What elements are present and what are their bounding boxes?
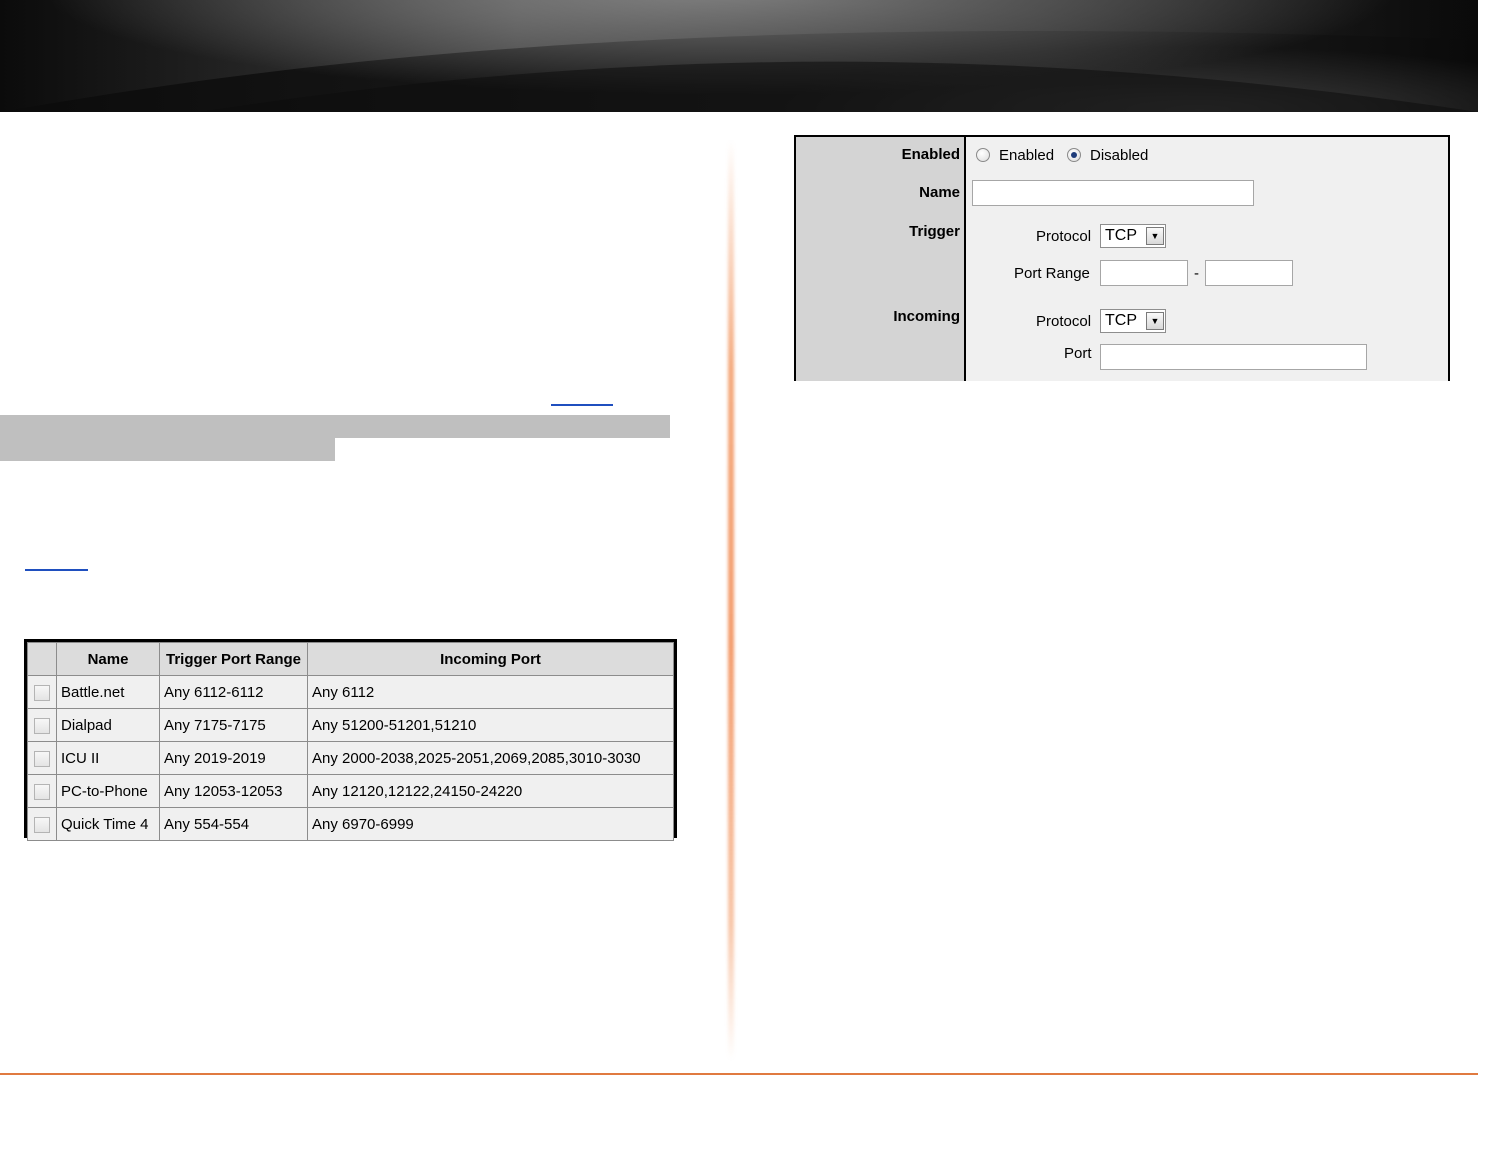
- incoming-port-column-header: Incoming Port: [307, 642, 674, 676]
- incoming-port-input[interactable]: [1100, 344, 1367, 370]
- row-checkbox[interactable]: [34, 750, 50, 767]
- header-banner: [0, 0, 1478, 112]
- incoming-port-cell: Any 6970-6999: [307, 807, 674, 841]
- app-name-cell: PC-to-Phone: [56, 774, 160, 808]
- banner-swoosh: [0, 0, 1478, 112]
- row-checkbox[interactable]: [34, 783, 50, 800]
- app-name-cell: Dialpad: [56, 708, 160, 742]
- enabled-option-label: Enabled: [999, 147, 1055, 164]
- link-underline[interactable]: [551, 404, 613, 406]
- special-app-form: Enabled Enabled Disabled Name Trigger Pr…: [794, 135, 1450, 381]
- disabled-option-label: Disabled: [1090, 147, 1149, 164]
- enabled-label: Enabled: [796, 137, 966, 173]
- chevron-down-icon[interactable]: ▼: [1146, 227, 1164, 245]
- table-header-row: Name Trigger Port Range Incoming Port: [27, 642, 674, 676]
- trigger-protocol-value: TCP: [1105, 227, 1137, 244]
- incoming-port-label: Port: [1064, 345, 1092, 362]
- highlight-band: [0, 438, 335, 461]
- trigger-port-end-input[interactable]: [1205, 260, 1293, 286]
- trigger-port-start-input[interactable]: [1100, 260, 1188, 286]
- link-underline[interactable]: [25, 569, 88, 571]
- enabled-radio[interactable]: [976, 148, 990, 162]
- incoming-port-cell: Any 12120,12122,24150-24220: [307, 774, 674, 808]
- trigger-protocol-select[interactable]: TCP ▼: [1100, 224, 1166, 248]
- trigger-port-cell: Any 12053-12053: [159, 774, 308, 808]
- highlight-band: [0, 415, 670, 438]
- incoming-label: Incoming: [796, 298, 966, 381]
- app-name-cell: ICU II: [56, 741, 160, 775]
- incoming-protocol-select[interactable]: TCP ▼: [1100, 309, 1166, 333]
- app-name-cell: Quick Time 4: [56, 807, 160, 841]
- table-row: Quick Time 4 Any 554-554 Any 6970-6999: [27, 807, 674, 841]
- row-checkbox[interactable]: [34, 717, 50, 734]
- table-row: Battle.net Any 6112-6112 Any 6112: [27, 675, 674, 709]
- incoming-row: Incoming Protocol TCP ▼ Port: [796, 298, 1448, 381]
- column-divider: [728, 140, 734, 1060]
- special-applications-table: Name Trigger Port Range Incoming Port Ba…: [24, 639, 677, 841]
- trigger-port-cell: Any 7175-7175: [159, 708, 308, 742]
- trigger-port-range-column-header: Trigger Port Range: [159, 642, 308, 676]
- trigger-label: Trigger: [796, 213, 966, 298]
- name-column-header: Name: [56, 642, 160, 676]
- table-row: PC-to-Phone Any 12053-12053 Any 12120,12…: [27, 774, 674, 808]
- trigger-port-cell: Any 2019-2019: [159, 741, 308, 775]
- trigger-row: Trigger Protocol TCP ▼ Port Range -: [796, 213, 1448, 299]
- table-row: ICU II Any 2019-2019 Any 2000-2038,2025-…: [27, 741, 674, 775]
- disabled-radio[interactable]: [1067, 148, 1081, 162]
- incoming-port-cell: Any 2000-2038,2025-2051,2069,2085,3010-3…: [307, 741, 674, 775]
- row-checkbox[interactable]: [34, 684, 50, 701]
- name-row: Name: [796, 173, 1448, 214]
- app-name-cell: Battle.net: [56, 675, 160, 709]
- incoming-protocol-label: Protocol: [1036, 313, 1092, 330]
- footer-divider: [0, 1073, 1478, 1075]
- incoming-port-cell: Any 51200-51201,51210: [307, 708, 674, 742]
- enabled-row: Enabled Enabled Disabled: [796, 137, 1448, 174]
- name-label: Name: [796, 173, 966, 213]
- incoming-protocol-value: TCP: [1105, 312, 1137, 329]
- row-checkbox[interactable]: [34, 816, 50, 833]
- incoming-port-cell: Any 6112: [307, 675, 674, 709]
- table-row: Dialpad Any 7175-7175 Any 51200-51201,51…: [27, 708, 674, 742]
- name-input[interactable]: [972, 180, 1254, 206]
- trigger-port-range-label: Port Range: [1014, 265, 1090, 282]
- trigger-protocol-label: Protocol: [1036, 228, 1092, 245]
- select-column-header: [27, 642, 57, 676]
- trigger-port-cell: Any 554-554: [159, 807, 308, 841]
- trigger-port-cell: Any 6112-6112: [159, 675, 308, 709]
- chevron-down-icon[interactable]: ▼: [1146, 312, 1164, 330]
- port-range-separator: -: [1194, 265, 1199, 282]
